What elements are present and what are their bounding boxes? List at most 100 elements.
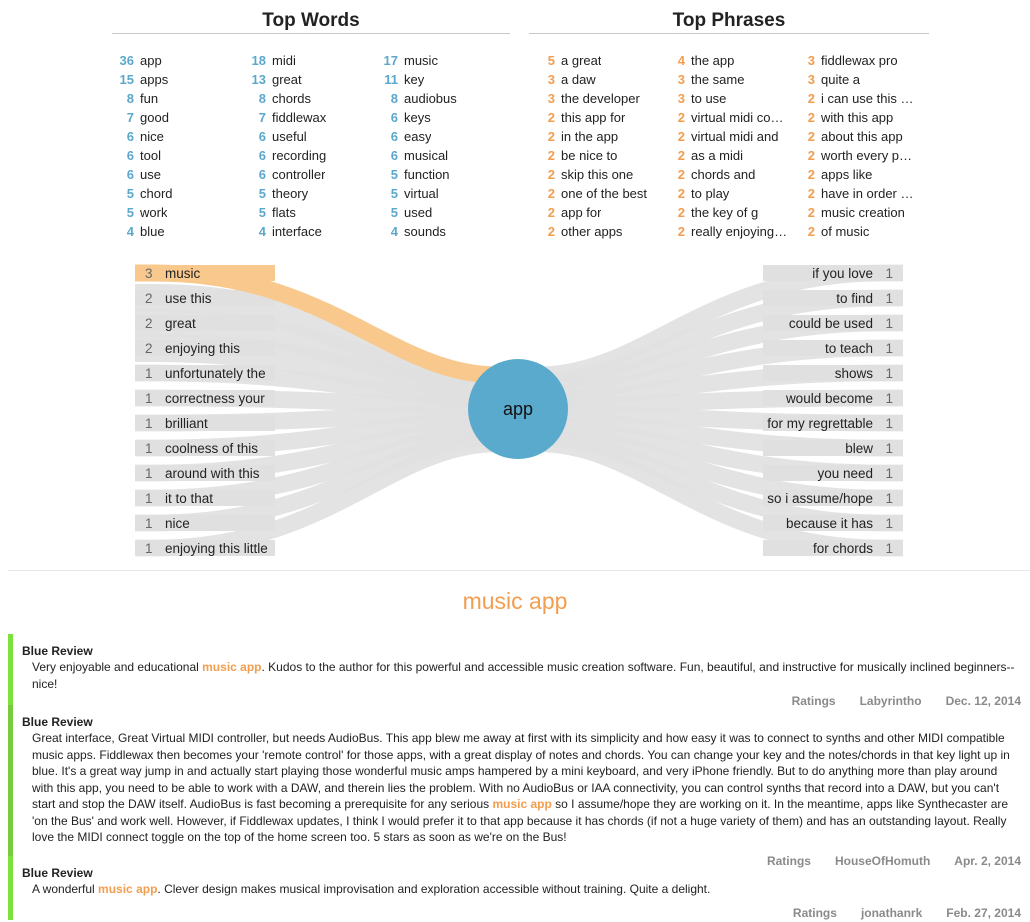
word-label: fun <box>140 91 159 106</box>
selected-phrase-title: music app <box>462 588 568 614</box>
word-item[interactable]: 7 fiddlewax <box>244 108 376 127</box>
left-branch-item[interactable]: 1 enjoying this little <box>145 540 268 557</box>
word-item[interactable]: 8 audiobus <box>376 89 508 108</box>
phrase-count: 2 <box>547 167 555 182</box>
word-item[interactable]: 6 keys <box>376 108 508 127</box>
right-branch-item[interactable]: for chords 1 <box>813 540 893 557</box>
phrase-item[interactable]: 2 with this app <box>799 108 929 127</box>
right-branch-item[interactable]: if you love 1 <box>812 265 893 282</box>
phrase-item[interactable]: 2 this app for <box>539 108 669 127</box>
word-item[interactable]: 17 music <box>376 51 508 70</box>
word-item[interactable]: 6 nice <box>112 127 244 146</box>
word-item[interactable]: 15 apps <box>112 70 244 89</box>
right-branch-item[interactable]: shows 1 <box>835 365 893 382</box>
left-branch-item[interactable]: 1 brilliant <box>145 415 208 432</box>
phrase-item[interactable]: 2 in the app <box>539 127 669 146</box>
phrase-item[interactable]: 2 chords and <box>669 165 799 184</box>
word-label: audiobus <box>404 91 457 106</box>
left-branch-item[interactable]: 3 music <box>145 265 200 282</box>
word-item[interactable]: 4 sounds <box>376 222 508 241</box>
right-branch-item[interactable]: for my regrettable 1 <box>767 415 893 432</box>
phrase-item[interactable]: 3 the same <box>669 70 799 89</box>
left-branch-item[interactable]: 1 it to that <box>145 490 213 507</box>
word-item[interactable]: 6 recording <box>244 146 376 165</box>
word-item[interactable]: 6 controller <box>244 165 376 184</box>
left-branch-item[interactable]: 1 correctness your <box>145 390 265 407</box>
word-count: 8 <box>126 91 134 106</box>
phrase-item[interactable]: 2 other apps <box>539 222 669 241</box>
right-branch-item[interactable]: would become 1 <box>786 390 893 407</box>
phrase-label: have in order … <box>821 186 914 201</box>
right-branch-item[interactable]: blew 1 <box>845 440 893 457</box>
phrase-item[interactable]: 2 skip this one <box>539 165 669 184</box>
phrase-count: 3 <box>807 72 815 87</box>
word-item[interactable]: 6 use <box>112 165 244 184</box>
phrase-item[interactable]: 3 the developer <box>539 89 669 108</box>
right-branch-item[interactable]: because it has 1 <box>786 515 893 532</box>
phrase-item[interactable]: 2 have in order … <box>799 184 929 203</box>
phrase-item[interactable]: 2 virtual midi co… <box>669 108 799 127</box>
phrase-item[interactable]: 2 really enjoying… <box>669 222 799 241</box>
phrase-item[interactable]: 3 a daw <box>539 70 669 89</box>
section-divider <box>8 570 1030 571</box>
left-branch-item[interactable]: 1 nice <box>145 515 190 532</box>
word-item[interactable]: 8 fun <box>112 89 244 108</box>
left-branch-item[interactable]: 2 use this <box>145 290 212 307</box>
right-branch-item[interactable]: could be used 1 <box>789 315 893 332</box>
phrase-item[interactable]: 4 the app <box>669 51 799 70</box>
word-item[interactable]: 13 great <box>244 70 376 89</box>
left-branch-item[interactable]: 1 around with this <box>145 465 260 482</box>
word-count: 4 <box>258 224 266 239</box>
word-label: chord <box>140 186 173 201</box>
left-branch-item[interactable]: 2 enjoying this <box>145 340 240 357</box>
word-item[interactable]: 6 easy <box>376 127 508 146</box>
word-count: 8 <box>258 91 266 106</box>
left-branch-item[interactable]: 1 coolness of this <box>145 440 258 457</box>
phrase-item[interactable]: 3 quite a <box>799 70 929 89</box>
right-branch-item[interactable]: to teach 1 <box>825 340 893 357</box>
word-item[interactable]: 6 musical <box>376 146 508 165</box>
phrase-item[interactable]: 2 of music <box>799 222 929 241</box>
phrase-item[interactable]: 2 apps like <box>799 165 929 184</box>
phrase-item[interactable]: 2 about this app <box>799 127 929 146</box>
phrase-item[interactable]: 2 one of the best <box>539 184 669 203</box>
word-item[interactable]: 4 blue <box>112 222 244 241</box>
phrase-item[interactable]: 2 virtual midi and <box>669 127 799 146</box>
word-item[interactable]: 5 flats <box>244 203 376 222</box>
word-item[interactable]: 7 good <box>112 108 244 127</box>
right-branch-item[interactable]: so i assume/hope 1 <box>767 490 893 507</box>
phrase-item[interactable]: 2 music creation <box>799 203 929 222</box>
phrase-item[interactable]: 3 fiddlewax pro <box>799 51 929 70</box>
word-item[interactable]: 5 used <box>376 203 508 222</box>
left-branch-item[interactable]: 2 great <box>145 315 196 332</box>
word-item[interactable]: 5 work <box>112 203 244 222</box>
review-author[interactable]: jonathanrk <box>861 906 922 920</box>
phrase-label: this app for <box>561 110 626 125</box>
ratings-link[interactable]: Ratings <box>793 906 837 920</box>
phrase-item[interactable]: 2 i can use this … <box>799 89 929 108</box>
word-item[interactable]: 5 virtual <box>376 184 508 203</box>
phrase-item[interactable]: 2 app for <box>539 203 669 222</box>
word-item[interactable]: 5 chord <box>112 184 244 203</box>
word-item[interactable]: 6 tool <box>112 146 244 165</box>
phrase-item[interactable]: 2 the key of g <box>669 203 799 222</box>
phrase-item[interactable]: 2 worth every p… <box>799 146 929 165</box>
word-item[interactable]: 8 chords <box>244 89 376 108</box>
right-branch-item[interactable]: to find 1 <box>836 290 893 307</box>
word-item[interactable]: 11 key <box>376 70 508 89</box>
word-item[interactable]: 5 theory <box>244 184 376 203</box>
word-item[interactable]: 18 midi <box>244 51 376 70</box>
word-item[interactable]: 5 function <box>376 165 508 184</box>
word-item[interactable]: 36 app <box>112 51 244 70</box>
phrase-item[interactable]: 2 as a midi <box>669 146 799 165</box>
word-item[interactable]: 6 useful <box>244 127 376 146</box>
review-title: Blue Review <box>22 644 93 658</box>
phrase-item[interactable]: 3 to use <box>669 89 799 108</box>
review-date: Feb. 27, 2014 <box>946 905 1021 920</box>
right-branch-item[interactable]: you need 1 <box>817 465 893 482</box>
phrase-item[interactable]: 2 to play <box>669 184 799 203</box>
word-item[interactable]: 4 interface <box>244 222 376 241</box>
phrase-item[interactable]: 2 be nice to <box>539 146 669 165</box>
phrase-item[interactable]: 5 a great <box>539 51 669 70</box>
left-branch-item[interactable]: 1 unfortunately the <box>145 365 266 382</box>
